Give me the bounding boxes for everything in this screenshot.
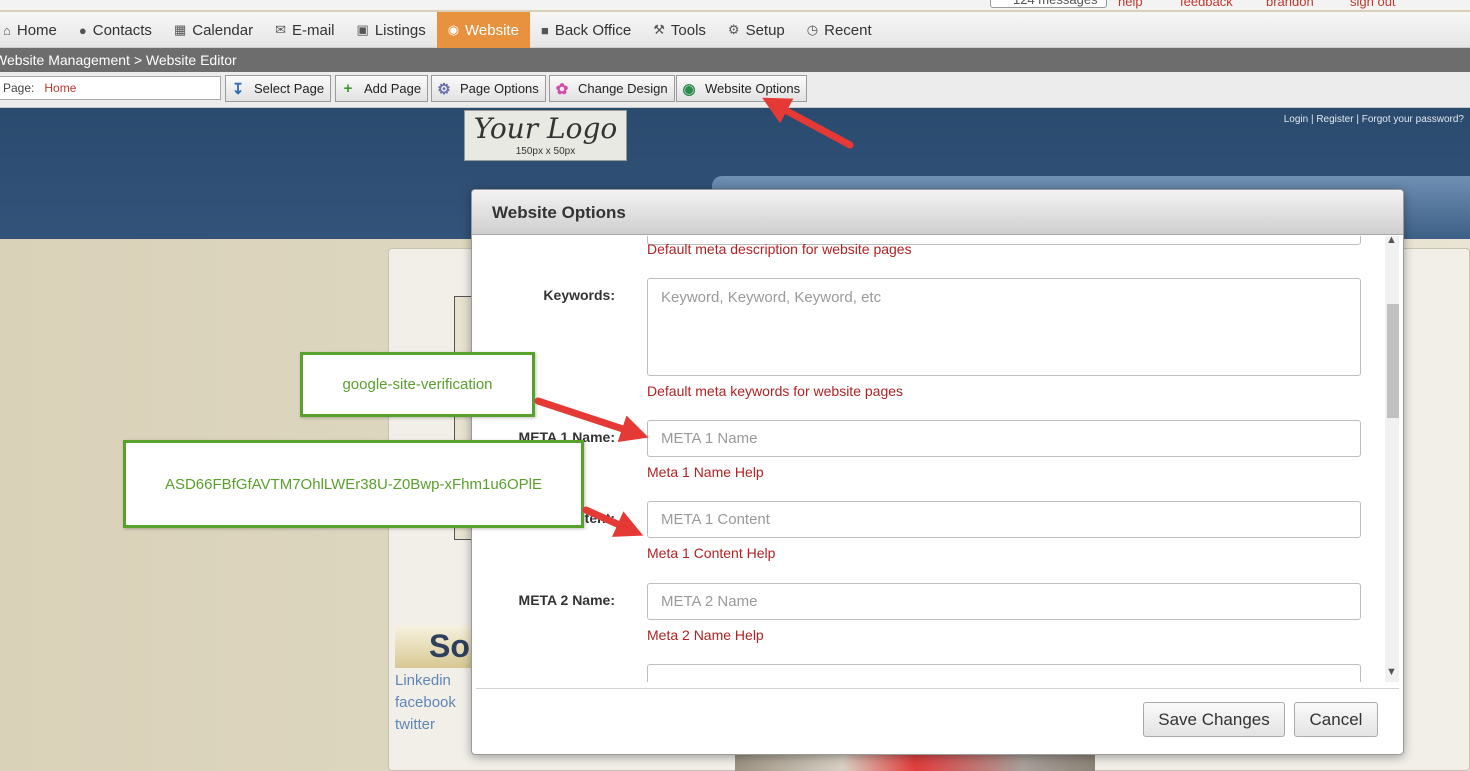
messages-indicator[interactable]: 124 messages xyxy=(990,0,1107,8)
person-icon: ● xyxy=(78,22,87,38)
select-page-button[interactable]: ↧ Select Page xyxy=(225,75,332,102)
meta2-name-field[interactable] xyxy=(647,583,1361,620)
social-links: Linkedin facebook twitter xyxy=(395,670,456,736)
clock-icon: ◷ xyxy=(806,22,819,37)
envelope-icon: ✉ xyxy=(275,22,287,37)
page-selector[interactable]: Page: Home xyxy=(0,76,221,100)
meta1-content-help: Meta 1 Content Help xyxy=(647,545,776,561)
nav-email[interactable]: ✉ E-mail xyxy=(264,12,345,48)
breadcrumb-text: Website Management > Website Editor xyxy=(0,52,237,68)
nav-setup[interactable]: ⚙ Setup xyxy=(717,12,796,48)
logo-text: Your Logo xyxy=(473,112,618,145)
scroll-thumb[interactable] xyxy=(1387,304,1399,418)
nav-label: Listings xyxy=(374,21,426,39)
social-heading: So xyxy=(395,626,473,668)
page-options-label: Page Options xyxy=(460,81,539,96)
meta2-name-help: Meta 2 Name Help xyxy=(647,627,764,643)
dialog-scrollbar[interactable]: ▲ ▼ xyxy=(1385,236,1399,682)
callout-meta-name-text: google-site-verification xyxy=(342,376,493,393)
home-icon: ⌂ xyxy=(3,22,11,38)
linkedin-link[interactable]: Linkedin xyxy=(395,670,456,692)
user-link[interactable]: brandon xyxy=(1266,0,1314,9)
page-selector-value: Home xyxy=(44,81,77,95)
nav-label: Back Office xyxy=(554,21,632,39)
help-link[interactable]: help xyxy=(1118,0,1143,9)
nav-calendar[interactable]: ▦ Calendar xyxy=(163,12,264,48)
keywords-label: Keywords: xyxy=(543,287,615,303)
editor-toolbar: Page: Home ↧ Select Page + Add Page ⚙ Page O… xyxy=(0,72,1470,108)
nav-label: Contacts xyxy=(92,21,152,39)
website-options-dialog: Website Options Default meta description… xyxy=(471,189,1404,755)
breadcrumb: Website Management > Website Editor xyxy=(0,48,1470,72)
site-logo: Your Logo 150px x 50px xyxy=(464,110,627,161)
website-options-label: Website Options xyxy=(705,81,801,96)
download-arrow-icon: ↧ xyxy=(231,80,245,98)
page-options-button[interactable]: ⚙ Page Options xyxy=(431,75,546,102)
callout-meta-content-text: ASD66FBfGfAVTM7OhlLWEr38U-Z0Bwp-xFhm1u6O… xyxy=(164,475,543,493)
plus-icon: + xyxy=(343,80,353,97)
nav-label: Tools xyxy=(670,21,706,39)
scroll-up-icon[interactable]: ▲ xyxy=(1386,236,1397,246)
logo-size: 150px x 50px xyxy=(515,146,576,157)
website-options-button[interactable]: ◉ Website Options xyxy=(676,75,808,102)
globe-icon: ◉ xyxy=(447,22,460,37)
keywords-field[interactable] xyxy=(647,278,1361,376)
cancel-button[interactable]: Cancel xyxy=(1294,702,1378,737)
meta2-name-label: META 2 Name: xyxy=(518,592,615,608)
nav-back-office[interactable]: ■ Back Office xyxy=(530,12,642,48)
nav-home[interactable]: ⌂ Home xyxy=(0,12,68,48)
save-changes-button[interactable]: Save Changes xyxy=(1143,702,1285,737)
nav-label: Recent xyxy=(824,21,872,39)
wrench-icon: ⚒ xyxy=(653,22,665,37)
gear-icon: ⚙ xyxy=(437,80,451,98)
nav-contacts[interactable]: ● Contacts xyxy=(68,12,163,48)
auth-links[interactable]: Login | Register | Forgot your password? xyxy=(1284,114,1464,125)
status-strip: 124 messages help feedback brandon sign … xyxy=(0,0,1470,10)
nav-label: E-mail xyxy=(292,21,335,39)
nav-label: Setup xyxy=(745,21,785,39)
add-page-button[interactable]: + Add Page xyxy=(335,75,429,102)
scroll-down-icon[interactable]: ▼ xyxy=(1386,666,1397,678)
next-field[interactable] xyxy=(647,664,1361,682)
main-nav: ⌂ Home ● Contacts ▦ Calendar ✉ E-mail ▣ Listi… xyxy=(0,12,1470,48)
twitter-link[interactable]: twitter xyxy=(395,714,456,736)
nav-website[interactable]: ◉ Website xyxy=(436,12,530,48)
page-selector-label: Page: xyxy=(3,81,35,95)
meta1-name-help: Meta 1 Name Help xyxy=(647,464,764,480)
nav-recent[interactable]: ◷ Recent xyxy=(796,12,883,48)
change-design-label: Change Design xyxy=(578,81,668,96)
meta1-name-field[interactable] xyxy=(647,420,1361,457)
briefcase-icon: ■ xyxy=(540,22,549,38)
nav-label: Website xyxy=(465,21,519,39)
add-page-label: Add Page xyxy=(364,81,422,96)
globe-icon: ◉ xyxy=(682,80,696,98)
dialog-footer-divider xyxy=(476,688,1399,689)
facebook-link[interactable]: facebook xyxy=(395,692,456,714)
photo-thumbnail xyxy=(735,755,1095,771)
signout-link[interactable]: sign out xyxy=(1350,0,1396,9)
dialog-title: Website Options xyxy=(472,190,1403,235)
keywords-help: Default meta keywords for website pages xyxy=(647,383,904,399)
nav-label: Home xyxy=(16,21,57,39)
nav-label: Calendar xyxy=(192,21,254,39)
calendar-icon: ▦ xyxy=(173,22,187,37)
nav-listings[interactable]: ▣ Listings xyxy=(346,12,437,48)
nav-tools[interactable]: ⚒ Tools xyxy=(642,12,717,48)
change-design-button[interactable]: ✿ Change Design xyxy=(549,75,675,102)
meta1-content-field[interactable] xyxy=(647,501,1361,538)
callout-meta-name: google-site-verification xyxy=(300,352,535,417)
description-help: Default meta description for website pag… xyxy=(647,241,912,257)
callout-meta-content: ASD66FBfGfAVTM7OhlLWEr38U-Z0Bwp-xFhm1u6O… xyxy=(123,440,584,528)
dialog-body: Default meta description for website pag… xyxy=(472,236,1403,682)
gear-icon: ⚙ xyxy=(727,22,740,37)
feedback-link[interactable]: feedback xyxy=(1180,0,1233,9)
picture-icon: ▣ xyxy=(356,22,369,37)
palette-icon: ✿ xyxy=(555,80,569,98)
select-page-label: Select Page xyxy=(254,81,325,96)
